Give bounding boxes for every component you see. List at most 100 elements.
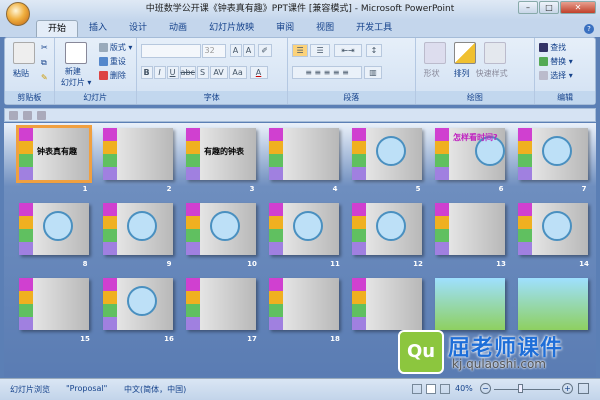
tab-3[interactable]: 动画 [158, 20, 198, 37]
slide-number: 5 [415, 185, 421, 193]
slide-thumbnail[interactable] [435, 278, 505, 330]
select-button[interactable]: 选择 ▾ [550, 71, 573, 80]
tab-0[interactable]: 开始 [36, 20, 79, 37]
tab-7[interactable]: 开发工具 [345, 20, 403, 37]
slide-thumbnail[interactable]: 怎样看时间? [435, 128, 505, 180]
arrange-button[interactable]: 排列 [454, 68, 470, 79]
watermark-logo: Qu [398, 330, 444, 374]
clock-icon [542, 136, 572, 166]
minimize-button[interactable]: – [518, 1, 538, 14]
strikethrough-button[interactable]: abc [179, 66, 196, 79]
slide-title: 有趣的钟表 [204, 147, 244, 156]
slide-number: 6 [498, 185, 504, 193]
bold-button[interactable]: B [140, 66, 153, 79]
quick-styles-button[interactable]: 快速样式 [476, 68, 508, 79]
fit-window-icon[interactable] [578, 383, 589, 394]
shapes-button[interactable]: 形状 [424, 68, 440, 79]
font-size-select[interactable]: 32 [201, 44, 226, 58]
font-name-select[interactable] [140, 44, 201, 58]
slide-thumbnail[interactable] [352, 128, 422, 180]
change-case-button[interactable]: Aa [228, 66, 247, 79]
shadow-button[interactable]: S [196, 66, 209, 79]
font-color-button[interactable]: A [249, 66, 268, 79]
slide-thumbnail[interactable] [518, 278, 588, 330]
slide-thumbnail[interactable] [103, 128, 173, 180]
slide-thumbnail[interactable] [186, 278, 256, 330]
quick-styles-icon [483, 42, 506, 64]
delete-button[interactable]: 删除 [110, 71, 126, 80]
tab-6[interactable]: 视图 [305, 20, 345, 37]
redo-icon[interactable] [37, 111, 46, 120]
slide-thumbnail[interactable] [518, 128, 588, 180]
align-buttons[interactable]: ≡ ≡ ≡ ≡ ≡ [292, 66, 363, 79]
slide-side-decoration [19, 278, 33, 330]
slide-thumbnail[interactable] [269, 128, 339, 180]
slide-side-decoration [186, 203, 200, 255]
slide-thumbnail[interactable] [186, 203, 256, 255]
format-painter-icon[interactable]: ✎ [41, 73, 48, 82]
indent-buttons[interactable]: ⇤⇥ [334, 44, 363, 57]
shapes-icon [423, 42, 446, 64]
find-button[interactable]: 查找 [550, 43, 566, 52]
slide-thumbnail[interactable] [19, 278, 89, 330]
ribbon-tabs: 开始 插入 设计 动画 幻灯片放映 审阅 视图 开发工具 [0, 20, 600, 37]
status-view: 幻灯片浏览 [10, 385, 50, 394]
save-icon[interactable] [9, 111, 18, 120]
slide-side-decoration [186, 278, 200, 330]
slide-number: 15 [80, 335, 90, 343]
shrink-font-button[interactable]: A [242, 44, 255, 57]
slide-thumbnail[interactable] [352, 278, 422, 330]
group-label: 编辑 [535, 91, 595, 104]
cut-icon[interactable]: ✂ [41, 43, 48, 52]
slide-number: 1 [82, 185, 88, 193]
replace-button[interactable]: 替换 ▾ [550, 57, 573, 66]
zoom-in-button[interactable]: + [562, 383, 573, 394]
slide-thumbnail[interactable] [435, 203, 505, 255]
slideshow-view-icon[interactable] [440, 384, 450, 394]
underline-button[interactable]: U [166, 66, 179, 79]
zoom-slider-thumb[interactable] [517, 384, 523, 393]
slide-thumbnail[interactable] [269, 203, 339, 255]
slide-thumbnail[interactable]: 钟表真有趣 [16, 125, 92, 183]
reset-button[interactable]: 重设 [110, 57, 126, 66]
copy-icon[interactable]: ⧉ [41, 58, 47, 68]
clear-format-button[interactable]: ✐ [257, 44, 272, 57]
paste-button[interactable]: 粘贴 [13, 68, 29, 79]
columns-button[interactable]: ▥ [364, 66, 383, 79]
slide-thumbnail[interactable] [518, 203, 588, 255]
bullets-button[interactable]: ☰ [292, 44, 309, 57]
tab-1[interactable]: 插入 [78, 20, 118, 37]
slide-number: 14 [579, 260, 589, 268]
slide-thumbnail[interactable] [103, 203, 173, 255]
clock-icon [376, 211, 406, 241]
undo-icon[interactable] [23, 111, 32, 120]
char-spacing-button[interactable]: AV [209, 66, 228, 79]
help-icon[interactable]: ? [584, 24, 594, 34]
office-button[interactable] [6, 2, 30, 26]
numbering-button[interactable]: ☰ [310, 44, 331, 57]
slide-thumbnail[interactable] [352, 203, 422, 255]
group-drawing: 形状 排列 快速样式 绘图 [415, 38, 536, 104]
slide-thumbnail[interactable] [19, 203, 89, 255]
zoom-slider[interactable] [494, 389, 560, 390]
new-slide-button[interactable]: 新建 [65, 66, 81, 77]
slide-number: 2 [166, 185, 172, 193]
slide-sorter-view-icon[interactable] [426, 384, 436, 394]
close-button[interactable]: ✕ [560, 1, 596, 14]
italic-button[interactable]: I [153, 66, 166, 79]
layout-button[interactable]: 版式 ▾ [110, 43, 133, 52]
select-icon [539, 71, 549, 80]
zoom-out-button[interactable]: − [480, 383, 491, 394]
line-spacing-button[interactable]: ↕ [366, 44, 383, 57]
slide-number: 8 [82, 260, 88, 268]
normal-view-icon[interactable] [412, 384, 422, 394]
tab-5[interactable]: 审阅 [265, 20, 305, 37]
tab-4[interactable]: 幻灯片放映 [198, 20, 265, 37]
new-slide-dropdown[interactable]: 幻灯片 ▾ [61, 77, 92, 88]
slide-thumbnail[interactable] [103, 278, 173, 330]
slide-thumbnail[interactable]: 有趣的钟表 [186, 128, 256, 180]
tab-2[interactable]: 设计 [118, 20, 158, 37]
slide-thumbnail[interactable] [269, 278, 339, 330]
grow-font-button[interactable]: A [229, 44, 242, 57]
maximize-button[interactable]: □ [539, 1, 559, 14]
